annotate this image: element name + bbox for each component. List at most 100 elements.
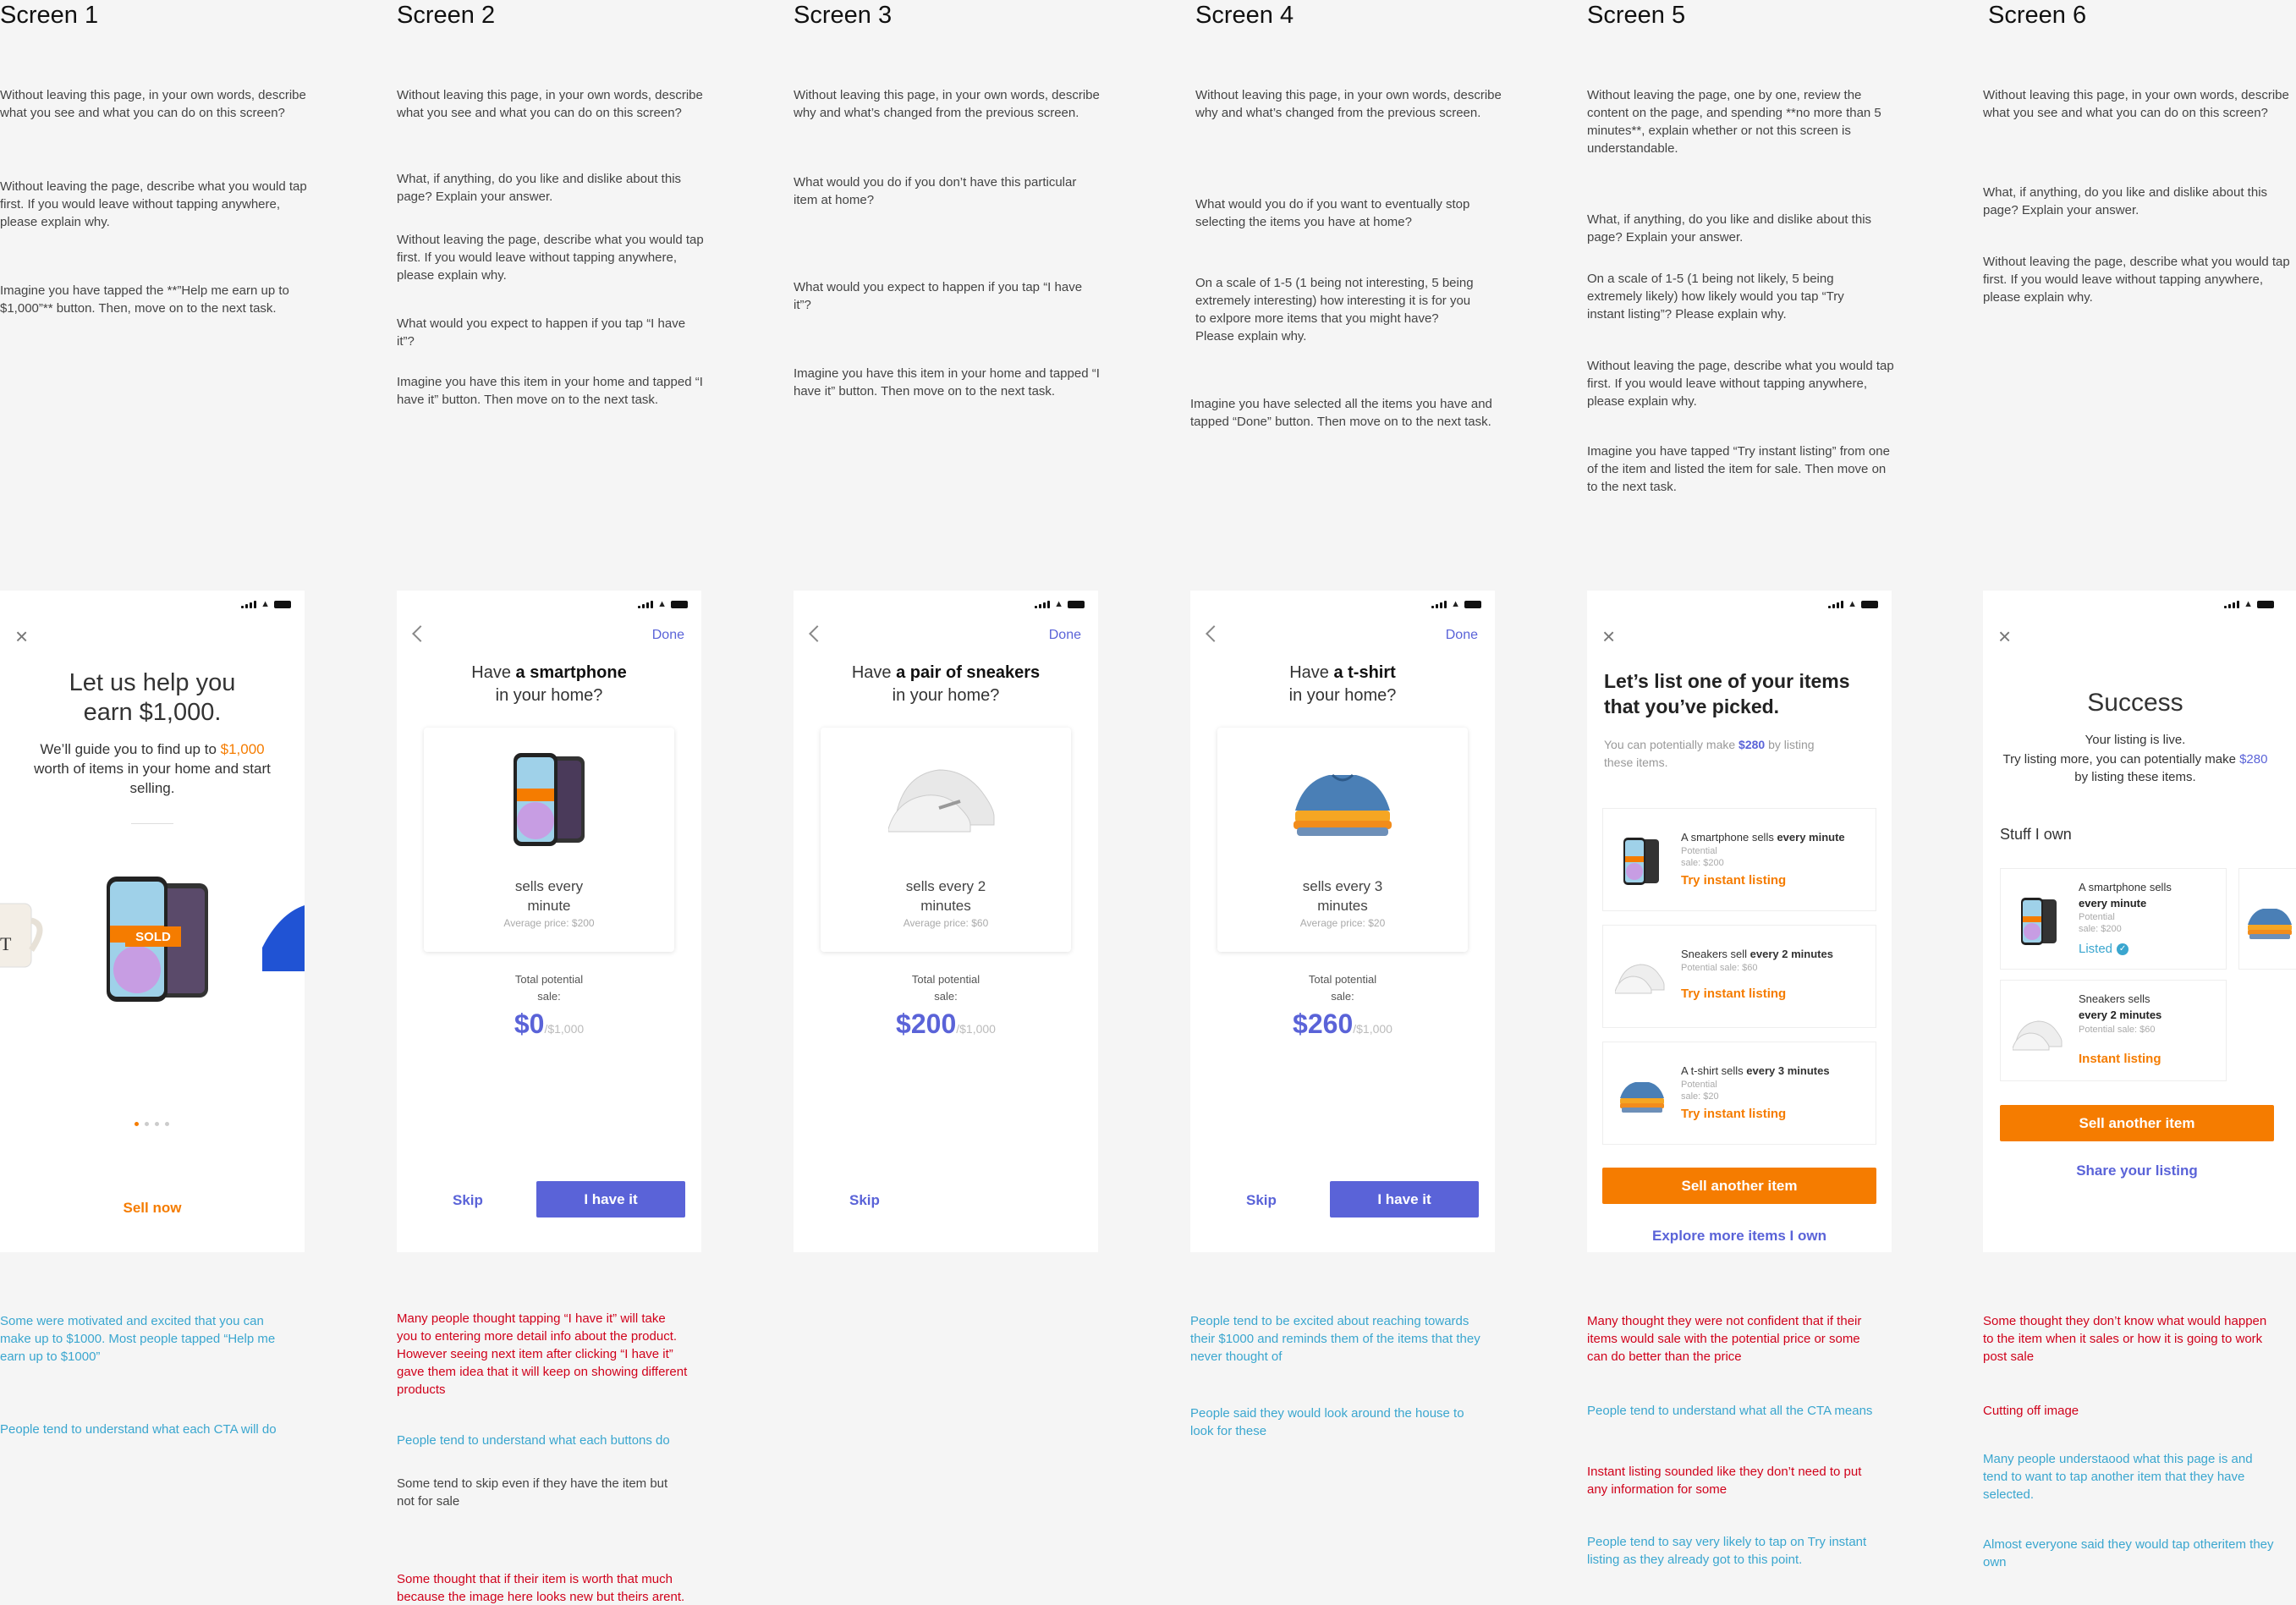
finding-note: Some thought that if their item is worth… <box>397 1572 685 1604</box>
screen-title: Screen 2 <box>397 2 496 29</box>
item-title: A smartphone sells every minute <box>1681 831 1867 844</box>
phone-screen-6: ▲ × Success Your listing is live. Try li… <box>1983 591 2296 1252</box>
back-icon[interactable] <box>412 625 429 642</box>
try-instant-listing-link[interactable]: Try instant listing <box>1681 987 1786 1001</box>
wifi-icon: ▲ <box>1054 599 1063 609</box>
item-question: Have a t-shirt in your home? <box>1190 662 1495 707</box>
battery-icon <box>274 600 291 608</box>
task-question: What would you do if you want to eventua… <box>1195 197 1470 229</box>
task-question: Without leaving the page, describe what … <box>1587 359 1894 409</box>
list-item[interactable]: Sneakers sell every 2 minutes Potential … <box>1602 925 1876 1028</box>
owned-item-card-partial[interactable] <box>2238 868 2296 970</box>
share-listing-link[interactable]: Share your listing <box>1983 1163 2291 1179</box>
subtitle-amount: $1,000 <box>220 741 265 757</box>
total-amount: $200/$1,000 <box>794 1009 1098 1040</box>
subtitle-text: We’ll guide you to find up to <box>40 741 221 757</box>
sell-another-item-button[interactable]: Sell another item <box>1602 1168 1876 1204</box>
finding-note: People tend to understand what each butt… <box>397 1433 670 1448</box>
done-button[interactable]: Done <box>1446 628 1478 643</box>
task-question: Imagine you have this item in your home … <box>397 375 703 407</box>
question-item: a pair of sneakers <box>896 663 1041 682</box>
item-title: Sneakers sells <box>2079 992 2150 1005</box>
sneaker-image <box>254 897 305 981</box>
list-item[interactable]: A smartphone sells every minute Potentia… <box>1602 808 1876 911</box>
task-question: Imagine you have selected all the items … <box>1190 397 1492 429</box>
back-icon[interactable] <box>809 625 826 642</box>
finding-note: Many thought they were not confident tha… <box>1587 1314 1862 1364</box>
screen-title: Screen 1 <box>0 2 99 29</box>
finding-note: People tend to understand what all the C… <box>1587 1404 1873 1418</box>
task-question: Without leaving this page, in your own w… <box>0 88 306 120</box>
task-question: What would you expect to happen if you t… <box>794 280 1083 312</box>
item-title-bold: every 2 minutes <box>1749 948 1833 960</box>
question-text: Have <box>1289 663 1334 682</box>
sell-now-button[interactable]: Sell now <box>0 1200 305 1217</box>
explore-more-link[interactable]: Explore more items I own <box>1587 1228 1892 1245</box>
item-card: sells every minute Average price: $200 <box>424 728 674 952</box>
skip-button[interactable]: Skip <box>453 1192 483 1209</box>
finding-note: People said they would look around the h… <box>1190 1406 1464 1438</box>
close-icon[interactable]: × <box>1998 625 2011 647</box>
listed-status: Listed ✓ <box>2079 942 2129 956</box>
carousel-dots[interactable] <box>135 1122 169 1126</box>
sneakers-thumb <box>2012 1014 2063 1052</box>
owned-item-card[interactable]: Sneakers sells every 2 minutes Potential… <box>2000 980 2227 1081</box>
instant-listing-link[interactable]: Instant listing <box>2079 1052 2161 1066</box>
done-button[interactable]: Done <box>1049 628 1081 643</box>
task-question: Without leaving the page, describe what … <box>1983 255 2290 305</box>
amount-value: $260 <box>1293 1009 1354 1039</box>
svg-text:T: T <box>0 933 12 954</box>
subtitle: You can potentially make $280 by listing… <box>1604 736 1841 772</box>
item-title-bold: every 2 minutes <box>2079 1009 2162 1021</box>
item-title-bold: every 3 minutes <box>1746 1064 1830 1077</box>
finding-note: Many people understaood what this page i… <box>1983 1452 2253 1502</box>
done-button[interactable]: Done <box>652 628 684 643</box>
average-price: Average price: $200 <box>503 917 595 929</box>
signal-icon <box>241 600 257 608</box>
total-label: Total potential sale: <box>911 973 980 1003</box>
question-text: Have <box>851 663 897 682</box>
average-price: Average price: $20 <box>1299 917 1386 929</box>
phone-screen-4: ▲ Done Have a t-shirt in your home? sell… <box>1190 591 1495 1252</box>
subtitle-text: Try listing more, you can potentially ma… <box>2002 752 2240 767</box>
sold-badge: SOLD <box>125 926 181 947</box>
skip-button[interactable]: Skip <box>849 1192 880 1209</box>
subtitle-text: by listing these items. <box>2074 770 2196 784</box>
finding-note: Almost everyone said they would tap othe… <box>1983 1537 2274 1569</box>
divider <box>131 823 173 824</box>
skip-button[interactable]: Skip <box>1246 1192 1277 1209</box>
phone-screen-1: ▲ × Let us help you earn $1,000. We’ll g… <box>0 591 305 1252</box>
task-question: Without leaving the page, one by one, re… <box>1587 88 1881 156</box>
question-item: a t-shirt <box>1333 663 1396 682</box>
screen-title: Screen 3 <box>794 2 893 29</box>
status-bar: ▲ <box>1828 600 1878 609</box>
close-icon[interactable]: × <box>15 625 28 647</box>
potential-sale: Potential sale: $20 <box>1681 1080 1719 1102</box>
sneakers-thumb <box>1614 958 1666 995</box>
task-question: Without leaving the page, describe what … <box>397 233 704 283</box>
close-icon[interactable]: × <box>1602 625 1615 647</box>
sell-rate: sells every 2 minutes <box>905 878 986 914</box>
list-item[interactable]: A t-shirt sells every 3 minutes Potentia… <box>1602 1042 1876 1145</box>
sell-another-item-button[interactable]: Sell another item <box>2000 1105 2274 1141</box>
wifi-icon: ▲ <box>657 599 667 609</box>
smartphone-thumb <box>1620 838 1661 885</box>
try-instant-listing-link[interactable]: Try instant listing <box>1681 873 1786 888</box>
back-icon[interactable] <box>1206 625 1222 642</box>
wifi-icon: ▲ <box>2244 599 2253 609</box>
finding-note: Cutting off image <box>1983 1404 2079 1418</box>
i-have-it-button[interactable]: I have it <box>536 1181 685 1217</box>
battery-icon <box>1464 600 1481 608</box>
item-title-bold: every minute <box>1777 831 1845 844</box>
finding-note: People tend to be excited about reaching… <box>1190 1314 1480 1364</box>
owned-item-card[interactable]: A smartphone sells every minute Potentia… <box>2000 868 2227 970</box>
try-instant-listing-link[interactable]: Try instant listing <box>1681 1107 1786 1121</box>
subtitle-text: worth of items in your home and start se… <box>34 761 271 796</box>
subtitle-text: You can potentially make <box>1604 738 1739 751</box>
i-have-it-button[interactable]: I have it <box>1330 1181 1479 1217</box>
item-title: Sneakers sell every 2 minutes <box>1681 948 1867 960</box>
total-label: Total potential sale: <box>514 973 584 1003</box>
tshirt-image <box>1290 758 1395 843</box>
battery-icon <box>1861 600 1878 608</box>
wifi-icon: ▲ <box>1451 599 1460 609</box>
